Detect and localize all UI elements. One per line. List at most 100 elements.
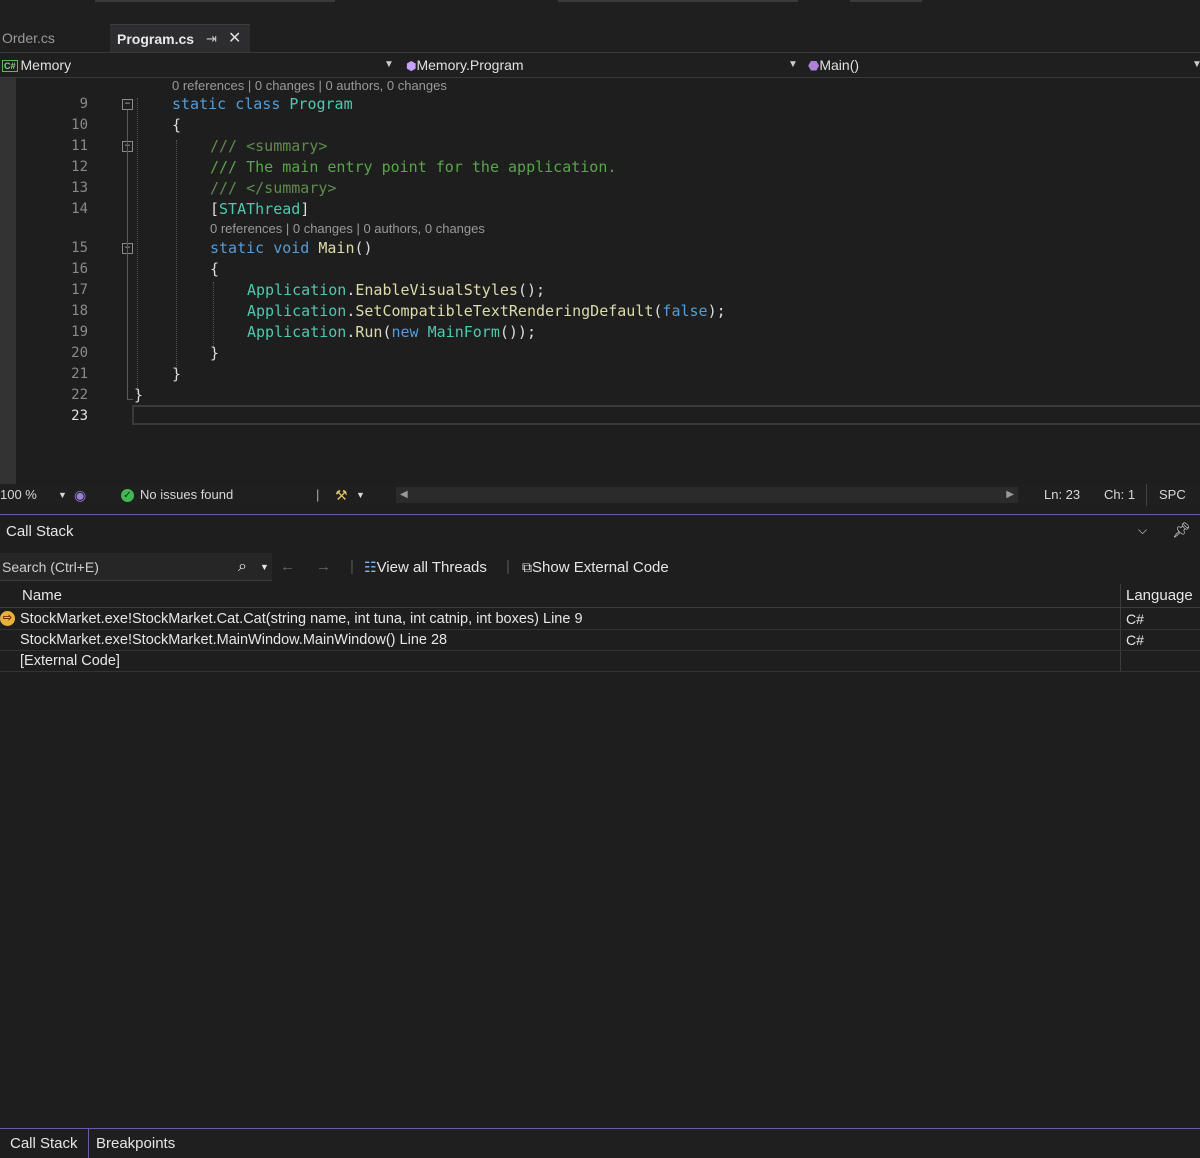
class-dropdown[interactable]: ⬢Memory.Program ▼ xyxy=(406,53,798,77)
method-name: Run xyxy=(355,323,383,341)
project-dropdown[interactable]: C# Memory ▼ xyxy=(2,53,394,77)
scroll-left-icon[interactable]: ◀ xyxy=(400,487,408,503)
title-strip xyxy=(0,0,1200,24)
codelens-program[interactable]: 0 references | 0 changes | 0 authors, 0 … xyxy=(172,78,447,93)
punct: ( xyxy=(382,323,392,341)
search-placeholder: Search (Ctrl+E) xyxy=(2,559,99,575)
threads-icon: ☷ xyxy=(364,559,377,575)
frame-name: [External Code] xyxy=(20,653,120,669)
code-line: /// The main entry point for the applica… xyxy=(210,158,617,176)
tab-order-cs[interactable]: Order.cs xyxy=(0,24,110,52)
issues-text: No issues found xyxy=(140,487,234,502)
code-line: { xyxy=(210,260,220,278)
external-code-icon: ⧉ xyxy=(522,559,532,575)
indent-guide xyxy=(137,98,138,394)
scroll-right-icon[interactable]: ▶ xyxy=(1006,487,1014,503)
code-line: static class Program xyxy=(172,95,353,113)
chevron-down-icon[interactable]: ⌵ xyxy=(1138,523,1147,538)
code-line: } xyxy=(172,365,182,383)
back-arrow-icon[interactable]: ← xyxy=(280,553,295,581)
toolbar-fragment xyxy=(558,0,798,2)
punct: ] xyxy=(300,200,310,218)
call-stack-row[interactable]: StockMarket.exe!StockMarket.MainWindow.M… xyxy=(0,630,1200,651)
chevron-down-icon[interactable]: ▼ xyxy=(356,484,365,506)
doc-comment: /// xyxy=(210,137,247,155)
pin-icon[interactable]: 📌︎ xyxy=(1172,521,1191,539)
collapse-icon[interactable]: − xyxy=(122,99,133,110)
cleanup-icon[interactable]: ⚒ xyxy=(335,484,348,506)
check-icon: ✓ xyxy=(121,489,134,503)
line-number: 18 xyxy=(71,303,88,319)
punct: (); xyxy=(517,281,546,299)
horizontal-scrollbar[interactable]: ◀ ▶ xyxy=(396,487,1018,503)
chevron-down-icon: ▼ xyxy=(58,490,67,500)
member-name: Main() xyxy=(819,57,860,73)
class-name: Memory.Program xyxy=(416,57,524,73)
codelens-main[interactable]: 0 references | 0 changes | 0 authors, 0 … xyxy=(210,221,485,236)
chevron-down-icon[interactable]: ▼ xyxy=(260,553,269,581)
tool-window-tabs: Call Stack Breakpoints xyxy=(0,1128,1200,1158)
type-name: Application xyxy=(247,323,347,341)
indent-guide xyxy=(176,140,177,372)
pin-icon[interactable]: ⇥ xyxy=(206,25,217,53)
class-icon: ⬢ xyxy=(406,59,417,73)
column-indicator[interactable]: Ch: 1 xyxy=(1104,484,1135,506)
chevron-down-icon: ▼ xyxy=(384,59,394,70)
zoom-dropdown[interactable]: 100 % ▼ xyxy=(0,484,68,506)
tab-program-cs[interactable]: Program.cs ⇥ ✕ xyxy=(110,24,250,52)
line-number-current: 23 xyxy=(71,408,88,424)
call-stack-row[interactable]: [External Code] xyxy=(0,651,1200,672)
forward-arrow-icon[interactable]: → xyxy=(316,553,331,581)
frame-name: StockMarket.exe!StockMarket.Cat.Cat(stri… xyxy=(20,611,583,627)
indicator-margin[interactable] xyxy=(0,78,16,484)
show-external-code-button[interactable]: ⧉Show External Code xyxy=(522,553,669,581)
search-icon[interactable]: ⌕ xyxy=(238,553,247,581)
method-name: SetCompatibleTextRenderingDefault xyxy=(355,302,654,320)
frame-name: StockMarket.exe!StockMarket.MainWindow.M… xyxy=(20,632,448,648)
column-header-name[interactable]: Name xyxy=(22,584,62,607)
chevron-down-icon: ▼ xyxy=(788,59,798,70)
panel-title: Call Stack xyxy=(6,523,74,540)
type-name: Application xyxy=(247,302,347,320)
search-input[interactable]: Search (Ctrl+E) ⌕ ▼ xyxy=(0,553,272,581)
separator: | xyxy=(316,487,320,502)
view-all-threads-button[interactable]: ☷View all Threads xyxy=(364,553,487,581)
method-name: EnableVisualStyles xyxy=(355,281,518,299)
line-number: 13 xyxy=(71,180,88,196)
copilot-icon[interactable]: ◉ xyxy=(74,484,86,506)
keyword: static class xyxy=(172,95,281,113)
call-stack-header: Name Language xyxy=(0,584,1200,608)
line-number: 17 xyxy=(71,282,88,298)
outline-line xyxy=(127,399,133,400)
column-header-language[interactable]: Language xyxy=(1126,584,1193,607)
issues-indicator[interactable]: ✓ No issues found xyxy=(121,484,233,506)
code-line: Application.SetCompatibleTextRenderingDe… xyxy=(247,302,726,320)
toolbar-fragment xyxy=(95,0,335,2)
code-line: /// </summary> xyxy=(210,179,336,197)
line-number: 19 xyxy=(71,324,88,340)
call-stack-row[interactable]: ⇨ StockMarket.exe!StockMarket.Cat.Cat(st… xyxy=(0,609,1200,630)
close-icon[interactable]: ✕ xyxy=(228,25,241,53)
tab-call-stack[interactable]: Call Stack xyxy=(0,1129,88,1158)
frame-language: C# xyxy=(1126,611,1144,627)
outline-line xyxy=(127,110,128,400)
member-dropdown[interactable]: ⬣Main() ▼ xyxy=(808,53,1200,77)
doc-comment-tag: </summary> xyxy=(246,179,337,197)
editor-status-bar: 100 % ▼ ◉ ✓ No issues found | ⚒ ▼ ◀ ▶ Ln:… xyxy=(0,484,1200,506)
tab-label: Program.cs xyxy=(117,31,195,47)
line-indicator[interactable]: Ln: 23 xyxy=(1044,484,1080,506)
current-frame-arrow-icon: ⇨ xyxy=(0,611,15,626)
tab-breakpoints[interactable]: Breakpoints xyxy=(96,1129,175,1158)
call-stack-panel: Call Stack ⌵ 📌︎ Search (Ctrl+E) ⌕ ▼ ← → … xyxy=(0,515,1200,1128)
keyword: false xyxy=(662,302,708,320)
line-number: 15 xyxy=(71,240,88,256)
line-number: 20 xyxy=(71,345,88,361)
project-name: Memory xyxy=(20,57,72,73)
chevron-down-icon: ▼ xyxy=(1192,59,1200,70)
code-editor[interactable]: 9 10 11 12 13 14 15 16 17 18 19 20 21 22… xyxy=(0,78,1200,484)
zoom-value: 100 % xyxy=(0,487,37,502)
whitespace-indicator[interactable]: SPC xyxy=(1146,484,1200,506)
punct: ()); xyxy=(499,323,536,341)
method-name: Main xyxy=(318,239,355,257)
current-line-highlight xyxy=(132,405,1200,425)
